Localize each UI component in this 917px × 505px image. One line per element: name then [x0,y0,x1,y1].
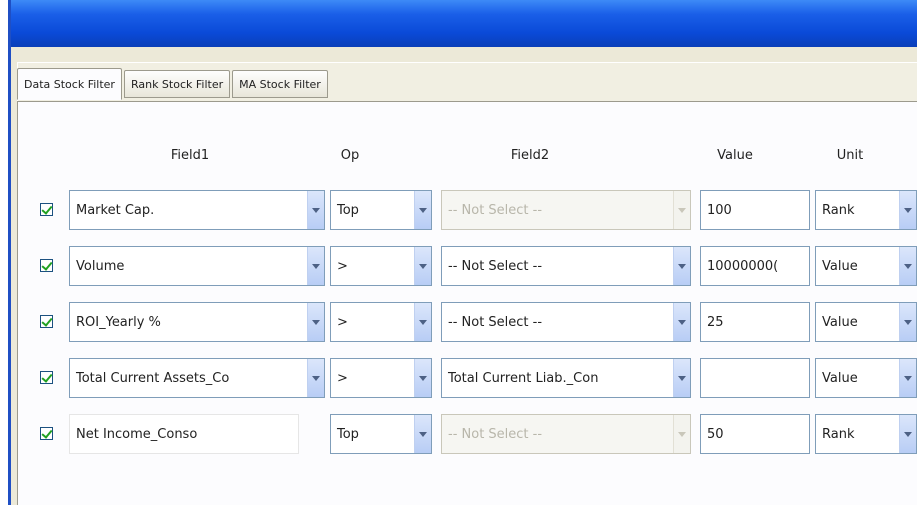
field2-value: -- Not Select -- [448,426,543,442]
field2-dropdown: -- Not Select -- [441,414,691,454]
value-text: 100 [707,202,732,218]
field1-label: Net Income_Conso [69,414,299,454]
filter-row: Volume > -- Not Select -- 10000000( Valu… [0,246,917,286]
value-text: 25 [707,314,724,330]
chevron-down-icon[interactable] [899,191,916,229]
field1-dropdown[interactable]: ROI_Yearly % [69,302,325,342]
field1-value: Market Cap. [76,202,155,218]
field1-value: ROI_Yearly % [76,314,161,330]
row-enabled-checkbox[interactable] [40,259,53,272]
chevron-down-icon[interactable] [307,359,324,397]
op-dropdown[interactable]: > [330,302,432,342]
filter-tabs: Data Stock Filter Rank Stock Filter MA S… [17,68,328,102]
op-value: Top [337,202,359,218]
value-input[interactable]: 10000000( [700,246,810,286]
op-value: > [337,258,348,274]
row-enabled-checkbox[interactable] [40,315,53,328]
filter-row: ROI_Yearly % > -- Not Select -- 25 Value [0,302,917,342]
field2-value: Total Current Liab._Con [448,370,599,386]
unit-dropdown[interactable]: Rank [815,190,917,230]
unit-value: Rank [822,426,855,442]
op-value: > [337,314,348,330]
unit-dropdown[interactable]: Value [815,358,917,398]
op-value: Top [337,426,359,442]
chevron-down-icon[interactable] [414,247,431,285]
header-op: Op [340,148,360,163]
header-unit: Unit [836,148,864,163]
filter-row: Total Current Assets_Co > Total Current … [0,358,917,398]
op-dropdown[interactable]: > [330,358,432,398]
chevron-down-icon[interactable] [899,415,916,453]
field2-value: -- Not Select -- [448,314,543,330]
unit-value: Value [822,370,858,386]
header-field1: Field1 [170,148,210,163]
field2-dropdown[interactable]: -- Not Select -- [441,246,691,286]
chevron-down-icon[interactable] [899,303,916,341]
field2-value: -- Not Select -- [448,258,543,274]
unit-dropdown[interactable]: Value [815,246,917,286]
chevron-down-icon[interactable] [899,247,916,285]
chevron-down-icon[interactable] [673,359,690,397]
chevron-down-icon[interactable] [414,303,431,341]
chevron-down-icon [673,415,690,453]
filter-row: Market Cap. Top -- Not Select -- 100 Ran… [0,190,917,230]
value-text: 10000000( [707,258,779,274]
header-value: Value [717,148,753,163]
field2-dropdown[interactable]: -- Not Select -- [441,302,691,342]
field2-dropdown: -- Not Select -- [441,190,691,230]
field2-value: -- Not Select -- [448,202,543,218]
chevron-down-icon[interactable] [673,247,690,285]
tab-data-stock-filter[interactable]: Data Stock Filter [17,68,122,100]
filter-row: Net Income_Conso Top -- Not Select -- 50… [0,414,917,454]
value-input[interactable]: 50 [700,414,810,454]
chevron-down-icon [673,191,690,229]
title-bar[interactable] [11,0,917,47]
op-value: > [337,370,348,386]
value-input[interactable] [700,358,810,398]
op-dropdown[interactable]: Top [330,414,432,454]
field2-dropdown[interactable]: Total Current Liab._Con [441,358,691,398]
chevron-down-icon[interactable] [899,359,916,397]
header-field2: Field2 [510,148,550,163]
field1-value: Net Income_Conso [76,426,198,442]
op-dropdown[interactable]: > [330,246,432,286]
tab-ma-stock-filter[interactable]: MA Stock Filter [232,70,328,98]
tab-rank-stock-filter[interactable]: Rank Stock Filter [123,70,231,98]
op-dropdown[interactable]: Top [330,190,432,230]
chevron-down-icon[interactable] [673,303,690,341]
field1-dropdown[interactable]: Volume [69,246,325,286]
unit-value: Value [822,314,858,330]
value-text: 50 [707,426,724,442]
chevron-down-icon[interactable] [307,247,324,285]
chevron-down-icon[interactable] [307,303,324,341]
field1-dropdown[interactable]: Total Current Assets_Co [69,358,325,398]
row-enabled-checkbox[interactable] [40,371,53,384]
unit-dropdown[interactable]: Rank [815,414,917,454]
unit-dropdown[interactable]: Value [815,302,917,342]
field1-value: Volume [76,258,125,274]
chevron-down-icon[interactable] [414,359,431,397]
value-input[interactable]: 25 [700,302,810,342]
chevron-down-icon[interactable] [414,191,431,229]
chevron-down-icon[interactable] [414,415,431,453]
unit-value: Rank [822,202,855,218]
unit-value: Value [822,258,858,274]
row-enabled-checkbox[interactable] [40,427,53,440]
field1-value: Total Current Assets_Co [76,370,230,386]
value-input[interactable]: 100 [700,190,810,230]
chevron-down-icon[interactable] [307,191,324,229]
field1-dropdown[interactable]: Market Cap. [69,190,325,230]
row-enabled-checkbox[interactable] [40,203,53,216]
